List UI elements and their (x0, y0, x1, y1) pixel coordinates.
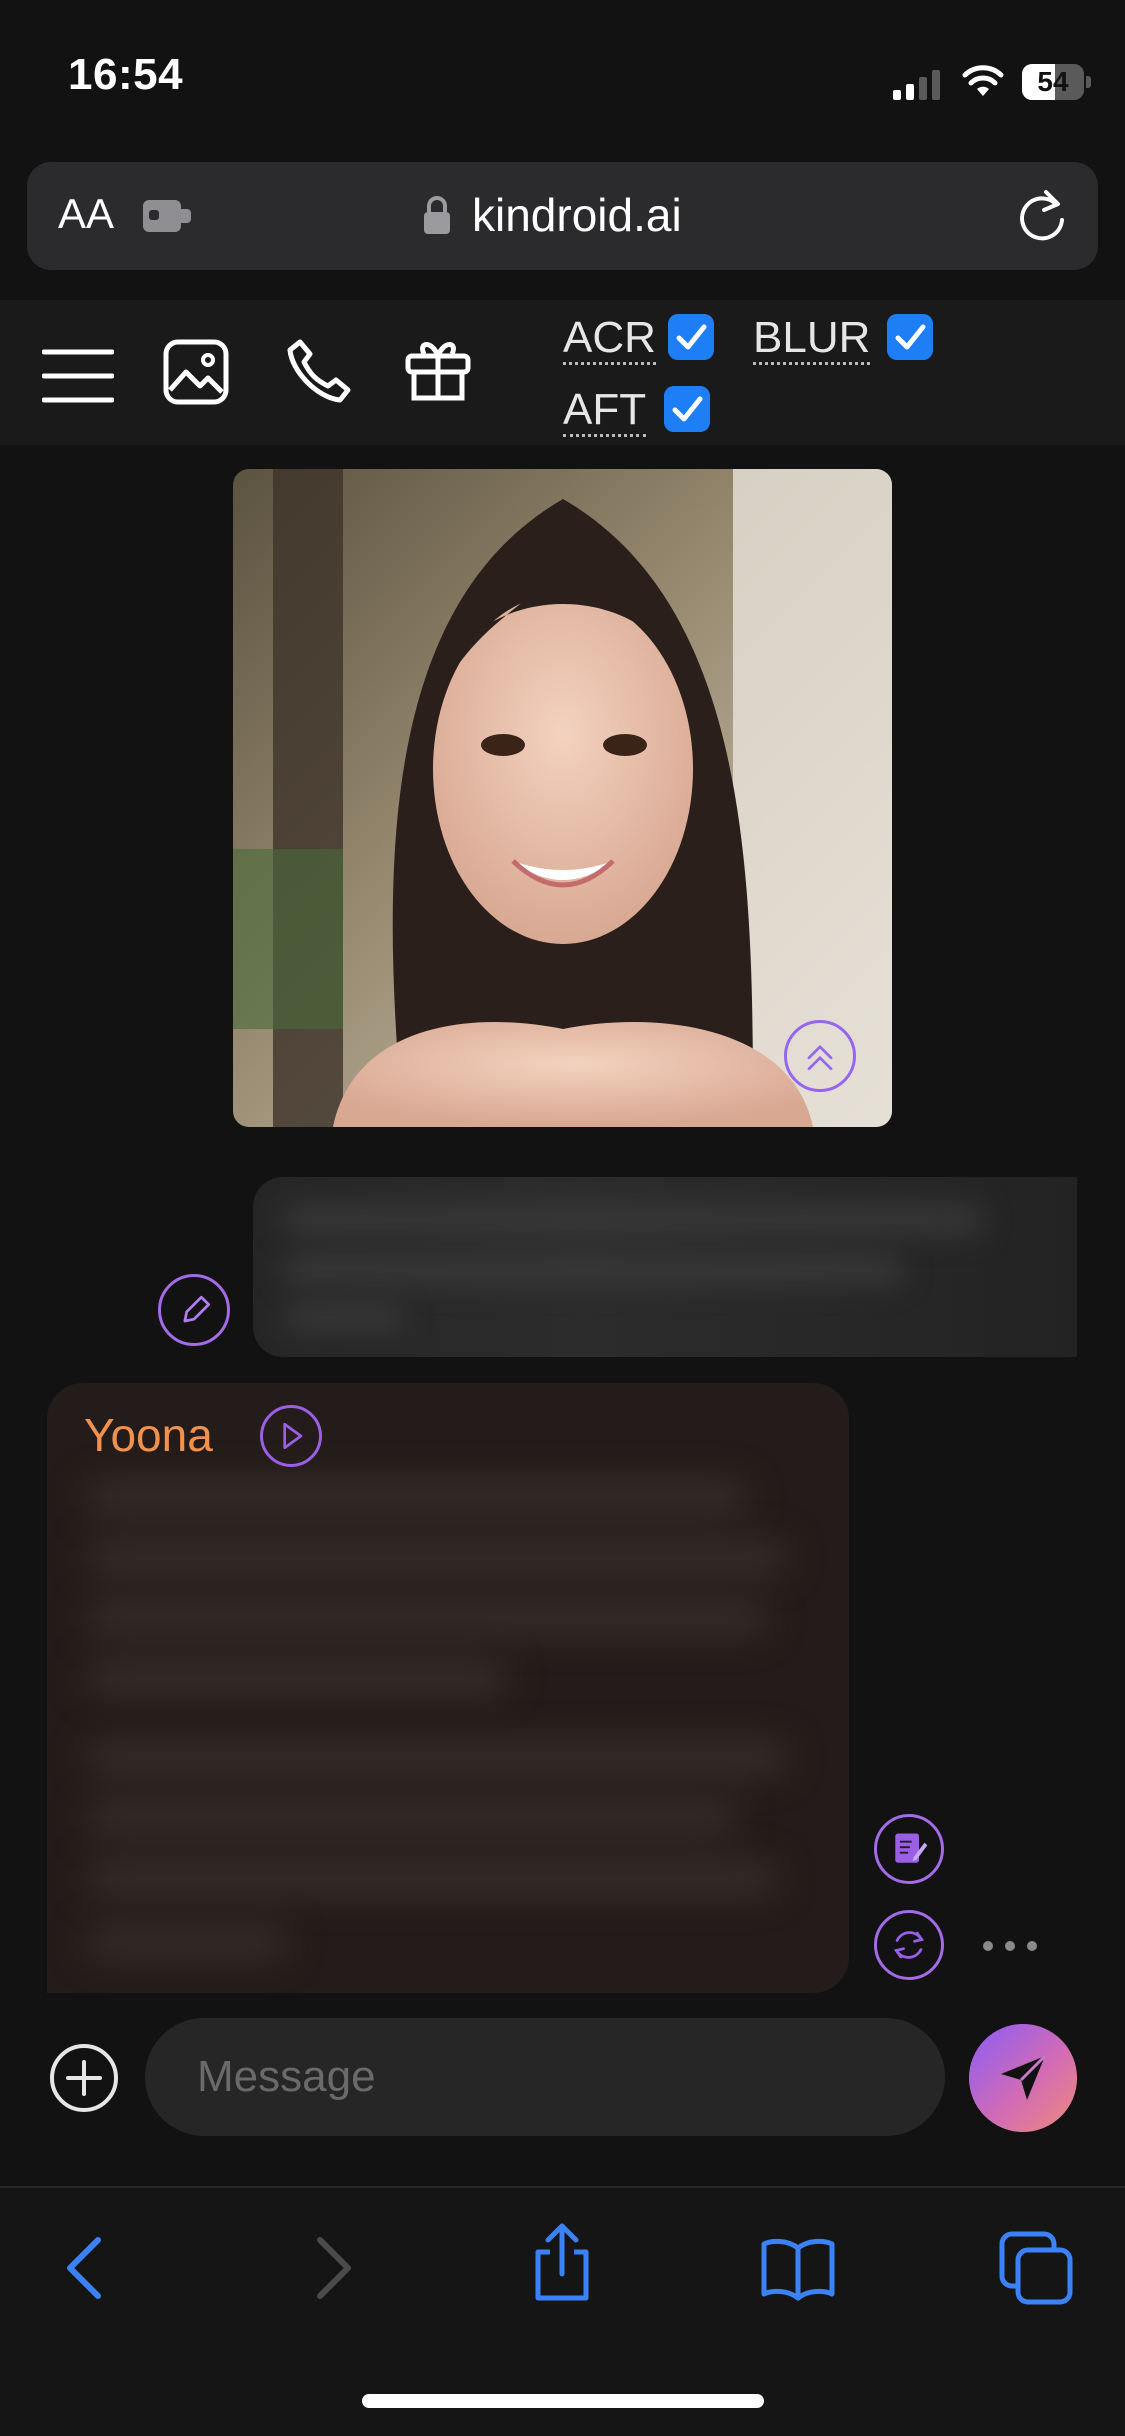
url-text[interactable]: kindroid.ai (472, 188, 682, 242)
share-icon[interactable] (522, 2222, 602, 2302)
acr-checkbox[interactable] (668, 314, 714, 360)
blur-option-label: BLUR (753, 314, 871, 365)
battery-icon: 54 (1022, 64, 1092, 100)
send-button[interactable] (969, 2024, 1077, 2132)
blur-checkbox[interactable] (887, 314, 933, 360)
phone-icon[interactable] (282, 336, 354, 408)
battery-level: 54 (1037, 66, 1069, 97)
acr-option-label: ACR (563, 314, 656, 365)
journal-edit-icon[interactable] (874, 1814, 944, 1884)
forward-icon[interactable] (290, 2228, 370, 2308)
reload-icon[interactable] (1018, 188, 1068, 244)
wifi-icon (962, 65, 1004, 96)
user-message-bubble[interactable] (253, 1177, 1077, 1357)
aft-option-label: AFT (563, 386, 647, 437)
edit-message-icon[interactable] (158, 1274, 230, 1346)
cellular-signal-icon (893, 70, 940, 100)
play-audio-icon[interactable] (260, 1405, 322, 1467)
home-indicator (362, 2394, 764, 2408)
kindroid-avatar-image (233, 469, 892, 1127)
status-time: 16:54 (68, 50, 184, 99)
ai-name: Yoona (84, 1409, 213, 1461)
aft-checkbox[interactable] (664, 386, 710, 432)
tabs-icon[interactable] (996, 2228, 1076, 2308)
image-icon[interactable] (160, 336, 232, 408)
gift-icon[interactable] (402, 334, 474, 406)
text-size-label: AA (58, 190, 115, 237)
bookmarks-icon[interactable] (758, 2228, 838, 2308)
back-icon[interactable] (48, 2228, 128, 2308)
regenerate-icon[interactable] (874, 1910, 944, 1980)
extension-icon[interactable] (143, 196, 193, 236)
collapse-up-icon[interactable] (784, 1020, 856, 1092)
menu-icon[interactable] (42, 340, 114, 412)
more-options-icon[interactable] (980, 1938, 1040, 1954)
ai-message-bubble[interactable] (47, 1383, 849, 1993)
text-size-button[interactable]: AA (58, 190, 114, 238)
message-input[interactable] (145, 2018, 945, 2136)
add-attachment-icon[interactable] (48, 2042, 120, 2114)
lock-icon (424, 196, 450, 234)
